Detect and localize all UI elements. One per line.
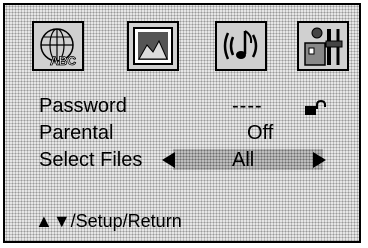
arrow-right-icon[interactable] xyxy=(313,152,326,168)
parental-label: Parental xyxy=(39,122,114,144)
arrow-left-icon[interactable] xyxy=(162,152,175,168)
select-files-row[interactable]: Select Files All xyxy=(39,148,359,172)
password-label: Password xyxy=(39,95,127,117)
parental-row[interactable]: Parental Off xyxy=(39,121,359,145)
menu-icon-row: ABC xyxy=(32,21,352,77)
language-icon[interactable]: ABC xyxy=(32,21,84,71)
password-row[interactable]: Password ---- xyxy=(39,94,359,118)
language-icon-label: ABC xyxy=(50,54,76,68)
select-files-label: Select Files xyxy=(39,149,143,171)
audio-icon[interactable] xyxy=(215,21,267,71)
unlocked-padlock-icon xyxy=(305,98,327,122)
picture-icon[interactable] xyxy=(127,21,179,71)
parental-value: Off xyxy=(247,122,274,144)
setup-icon[interactable] xyxy=(297,21,349,71)
setup-menu-screen: ABC Password ---- Parental Off Select Fi… xyxy=(3,3,361,243)
password-value: ---- xyxy=(232,95,263,117)
navigation-hint: ▲▼/Setup/Return xyxy=(35,211,182,231)
select-files-value[interactable]: All xyxy=(232,148,254,172)
